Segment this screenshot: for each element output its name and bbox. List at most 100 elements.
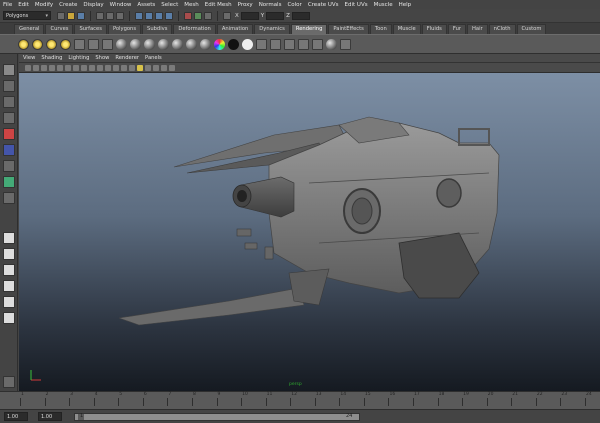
panel-menu-renderer[interactable]: Renderer [115,55,139,61]
panel-menu-view[interactable]: View [23,55,35,61]
xray-icon[interactable] [153,64,159,71]
move-tool-icon[interactable] [3,112,15,124]
outliner-layout-icon[interactable] [3,280,15,292]
menu-display[interactable]: Display [83,2,103,8]
four-pane-layout-icon[interactable] [3,248,15,260]
tab-surfaces[interactable]: Surfaces [74,24,107,34]
menu-create-uvs[interactable]: Create UVs [308,2,339,8]
layered-shader-icon[interactable] [158,38,169,50]
menu-color[interactable]: Color [287,2,301,8]
bookmark-icon[interactable] [33,64,39,71]
tab-painteffects[interactable]: PaintEffects [328,24,369,34]
menu-edit-mesh[interactable]: Edit Mesh [205,2,232,8]
anisotropic-material-icon[interactable] [116,38,127,50]
film-gate-icon[interactable] [57,64,63,71]
tab-custom[interactable]: Custom [516,24,547,34]
tab-polygons[interactable]: Polygons [107,24,142,34]
gate-mask-icon[interactable] [73,64,79,71]
select-component-icon[interactable] [116,11,124,20]
ipr-render-icon[interactable] [194,11,202,20]
grid-icon[interactable] [49,64,55,71]
menu-modify[interactable]: Modify [35,2,53,8]
snap-curve-icon[interactable] [145,11,153,20]
ipr-icon[interactable] [270,38,281,50]
camera-attributes-icon[interactable] [25,64,31,71]
current-time-field[interactable]: 1.00 [38,412,62,421]
area-light-icon[interactable] [74,38,85,50]
menu-assets[interactable]: Assets [137,2,155,8]
ramp-texture-icon[interactable] [214,38,225,50]
single-pane-layout-icon[interactable] [3,232,15,244]
tab-deformation[interactable]: Deformation [173,24,216,34]
render-globals-icon[interactable] [340,38,351,50]
select-hierarchy-icon[interactable] [96,11,104,20]
point-light-icon[interactable] [46,38,57,50]
volume-light-icon[interactable] [88,38,99,50]
phong-material-icon[interactable] [172,38,183,50]
paint-select-tool-icon[interactable] [3,96,15,108]
new-scene-icon[interactable] [57,11,65,20]
tab-subdivs[interactable]: Subdivs [142,24,173,34]
tab-general[interactable]: General [14,24,45,34]
snap-point-icon[interactable] [155,11,163,20]
shadows-icon[interactable] [145,64,151,71]
menu-proxy[interactable]: Proxy [238,2,253,8]
menu-muscle[interactable]: Muscle [374,2,393,8]
field-chart-icon[interactable] [81,64,87,71]
use-all-lights-icon[interactable] [137,64,143,71]
x-field[interactable] [240,11,259,20]
panel-menu-show[interactable]: Show [95,55,109,61]
start-time-field[interactable]: 1.00 [4,412,28,421]
tab-muscle[interactable]: Muscle [392,24,421,34]
blinn-material-icon[interactable] [130,38,141,50]
last-tool-icon[interactable] [3,176,15,188]
render-view-icon[interactable] [298,38,309,50]
snap-plane-icon[interactable] [165,11,173,20]
select-tool-icon[interactable] [3,64,15,76]
menu-set-dropdown[interactable]: Polygons [3,11,51,20]
render-icon[interactable] [256,38,267,50]
perspective-viewport[interactable]: persp [19,73,600,391]
use-background-icon[interactable] [242,38,253,50]
select-object-icon[interactable] [106,11,114,20]
image-plane-icon[interactable] [41,64,47,71]
tab-fluids[interactable]: Fluids [421,24,447,34]
tab-dynamics[interactable]: Dynamics [254,24,290,34]
resolution-gate-icon[interactable] [65,64,71,71]
time-slider[interactable]: 1 2 3 4 5 6 7 8 9 10 11 12 13 14 15 16 17 18 19 20 21 22 23 24 [0,391,600,409]
panel-menu-shading[interactable]: Shading [41,55,62,61]
phonge-material-icon[interactable] [186,38,197,50]
smooth-shade-icon[interactable] [113,64,119,71]
surface-shader-icon[interactable] [228,38,239,50]
directional-light-icon[interactable] [32,38,43,50]
tab-animation[interactable]: Animation [216,24,254,34]
tab-ncloth[interactable]: nCloth [488,24,516,34]
scene-options-icon[interactable] [3,376,15,388]
rotate-tool-icon[interactable] [3,128,15,140]
menu-mesh[interactable]: Mesh [184,2,198,8]
menu-help[interactable]: Help [399,2,412,8]
lambert-material-icon[interactable] [144,38,155,50]
batch-render-icon[interactable] [284,38,295,50]
tab-hair[interactable]: Hair [467,24,488,34]
tab-toon[interactable]: Toon [369,24,392,34]
spot-light-icon[interactable] [60,38,71,50]
hypershade-layout-icon[interactable] [3,312,15,324]
render-settings-icon[interactable] [204,11,212,20]
tab-curves[interactable]: Curves [45,24,74,34]
open-scene-icon[interactable] [67,11,75,20]
mental-ray-icon[interactable] [326,38,337,50]
panel-menu-panels[interactable]: Panels [145,55,162,61]
graph-layout-icon[interactable] [3,296,15,308]
range-bar[interactable] [74,413,360,421]
menu-edit[interactable]: Edit [18,2,29,8]
wireframe-icon[interactable] [105,64,111,71]
snap-grid-icon[interactable] [135,11,143,20]
isolate-select-icon[interactable] [161,64,167,71]
safe-action-icon[interactable] [89,64,95,71]
menu-edit-uvs[interactable]: Edit UVs [345,2,368,8]
ambient-light-icon[interactable] [18,38,29,50]
panel-menu-lighting[interactable]: Lighting [68,55,89,61]
menu-window[interactable]: Window [110,2,132,8]
lasso-tool-icon[interactable] [3,80,15,92]
